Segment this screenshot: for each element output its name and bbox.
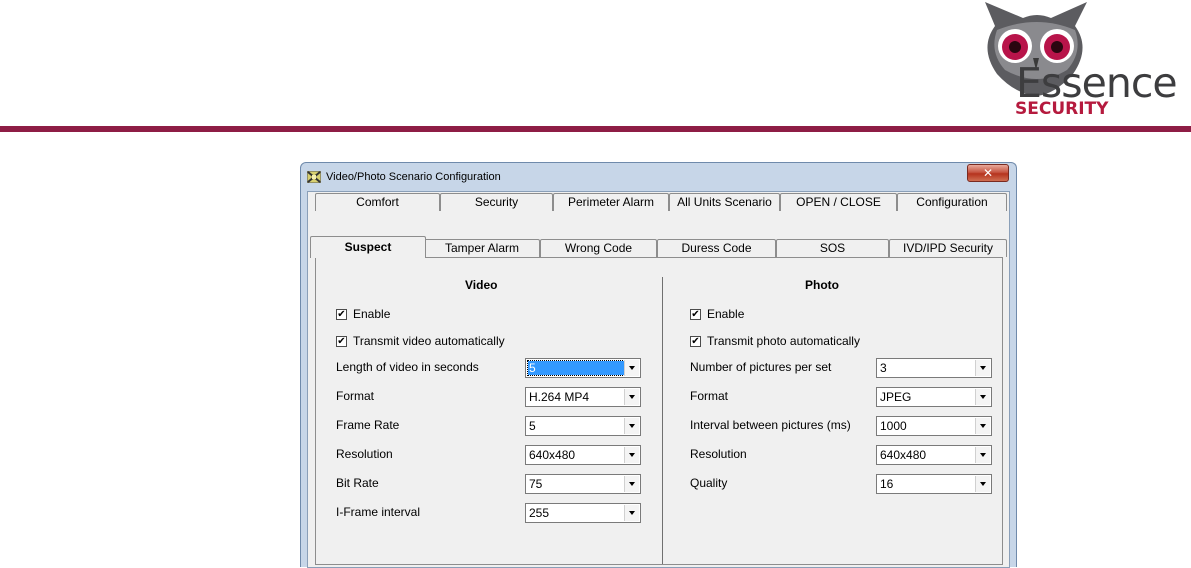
video-resolution-label: Resolution xyxy=(336,447,393,461)
photo-pictures-per-set-select[interactable]: 3 xyxy=(876,358,992,378)
scenario-config-window: Video/Photo Scenario Configuration ✕ Com… xyxy=(300,162,1017,568)
video-iframe-interval-select[interactable]: 255 xyxy=(525,503,641,523)
chevron-down-icon[interactable] xyxy=(975,447,990,463)
tab-label: Wrong Code xyxy=(564,241,633,255)
video-frame-rate-label: Frame Rate xyxy=(336,418,400,432)
chevron-down-icon[interactable] xyxy=(975,418,990,434)
tab-label: Duress Code xyxy=(681,241,752,255)
tab-wrong-code[interactable]: Wrong Code xyxy=(540,239,657,257)
combo-value: 5 xyxy=(527,360,625,376)
video-resolution-select[interactable]: 640x480 xyxy=(525,445,641,465)
tab-label: Suspect xyxy=(344,240,392,254)
combo-value: 16 xyxy=(880,477,894,491)
video-transmit-label: Transmit video automatically xyxy=(353,334,505,348)
tab-suspect[interactable]: Suspect xyxy=(310,236,426,258)
app-icon xyxy=(307,171,321,183)
checkbox-check-icon: ✔ xyxy=(336,308,347,320)
chevron-down-icon[interactable] xyxy=(624,418,639,434)
video-bit-rate-label: Bit Rate xyxy=(336,476,379,490)
video-frame-rate-select[interactable]: 5 xyxy=(525,416,641,436)
checkbox-check-icon: ✔ xyxy=(690,308,701,320)
video-transmit-checkbox[interactable]: ✔ Transmit video automatically xyxy=(336,334,505,348)
video-iframe-interval-label: I-Frame interval xyxy=(336,505,421,519)
tab-tamper-alarm[interactable]: Tamper Alarm xyxy=(424,239,540,257)
photo-interval-label: Interval between pictures (ms) xyxy=(690,418,851,432)
chevron-down-icon[interactable] xyxy=(624,505,639,521)
tab-security[interactable]: Security xyxy=(440,193,553,211)
video-format-label: Format xyxy=(336,389,375,403)
combo-value: 640x480 xyxy=(529,448,576,462)
suspect-tab-panel: Video ✔ Enable ✔ Transmit video automati… xyxy=(315,257,1003,565)
photo-resolution-label: Resolution xyxy=(690,447,747,461)
photo-quality-label: Quality xyxy=(690,476,728,490)
close-icon: ✕ xyxy=(982,166,994,180)
video-enable-label: Enable xyxy=(353,307,391,321)
tab-configuration[interactable]: Configuration xyxy=(897,193,1007,211)
tab-all-units-scenario[interactable]: All Units Scenario xyxy=(669,193,780,211)
photo-heading: Photo xyxy=(805,278,839,292)
tab-open-close[interactable]: OPEN / CLOSE xyxy=(780,193,897,211)
photo-enable-label: Enable xyxy=(707,307,745,321)
video-heading: Video xyxy=(465,278,498,292)
tab-label: All Units Scenario xyxy=(677,195,772,209)
header-rule xyxy=(0,126,1191,132)
chevron-down-icon[interactable] xyxy=(975,389,990,405)
combo-value: 5 xyxy=(529,419,536,433)
combo-value: JPEG xyxy=(880,390,912,404)
chevron-down-icon[interactable] xyxy=(624,447,639,463)
video-format-select[interactable]: H.264 MP4 xyxy=(525,387,641,407)
photo-transmit-label: Transmit photo automatically xyxy=(707,334,860,348)
column-divider xyxy=(662,277,663,564)
tab-label: Tamper Alarm xyxy=(444,241,520,255)
combo-value: 1000 xyxy=(880,419,907,433)
chevron-down-icon[interactable] xyxy=(975,360,990,376)
tab-label: Configuration xyxy=(916,195,988,209)
chevron-down-icon[interactable] xyxy=(624,389,639,405)
photo-quality-select[interactable]: 16 xyxy=(876,474,992,494)
photo-format-select[interactable]: JPEG xyxy=(876,387,992,407)
checkbox-check-icon: ✔ xyxy=(690,335,701,347)
tab-comfort[interactable]: Comfort xyxy=(315,193,440,211)
checkbox-check-icon: ✔ xyxy=(336,335,347,347)
brand-subtitle: SECURITY xyxy=(1015,99,1109,119)
title-bar[interactable]: Video/Photo Scenario Configuration ✕ xyxy=(301,163,1016,191)
brand-name: Essence xyxy=(1016,59,1178,107)
close-button[interactable]: ✕ xyxy=(967,164,1009,182)
window-title: Video/Photo Scenario Configuration xyxy=(326,171,501,183)
video-enable-checkbox[interactable]: ✔ Enable xyxy=(336,307,390,321)
combo-value: H.264 MP4 xyxy=(529,390,590,404)
photo-interval-select[interactable]: 1000 xyxy=(876,416,992,436)
photo-enable-checkbox[interactable]: ✔ Enable xyxy=(690,307,744,321)
tab-label: IVD/IPD Security xyxy=(902,241,994,255)
video-bit-rate-select[interactable]: 75 xyxy=(525,474,641,494)
tab-perimeter-alarm[interactable]: Perimeter Alarm xyxy=(553,193,669,211)
video-length-label: Length of video in seconds xyxy=(336,360,479,374)
chevron-down-icon[interactable] xyxy=(624,360,639,376)
photo-format-label: Format xyxy=(690,389,729,403)
photo-resolution-select[interactable]: 640x480 xyxy=(876,445,992,465)
photo-pictures-per-set-label: Number of pictures per set xyxy=(690,360,832,374)
tab-label: Comfort xyxy=(356,195,399,209)
combo-value: 75 xyxy=(529,477,543,491)
tab-duress-code[interactable]: Duress Code xyxy=(657,239,776,257)
tab-label: Security xyxy=(474,195,519,209)
combo-value: 3 xyxy=(880,361,887,375)
tab-label: OPEN / CLOSE xyxy=(796,195,881,209)
tab-label: Perimeter Alarm xyxy=(567,195,655,209)
tab-sos[interactable]: SOS xyxy=(776,239,889,257)
dialog-client-area: Comfort Security Perimeter Alarm All Uni… xyxy=(307,191,1010,568)
tab-ivd-ipd-security[interactable]: IVD/IPD Security xyxy=(889,239,1007,257)
video-length-select[interactable]: 5 xyxy=(525,358,641,378)
chevron-down-icon[interactable] xyxy=(975,476,990,492)
combo-value: 255 xyxy=(529,506,550,520)
combo-value: 640x480 xyxy=(880,448,927,462)
tab-label: SOS xyxy=(819,241,846,255)
chevron-down-icon[interactable] xyxy=(624,476,639,492)
photo-transmit-checkbox[interactable]: ✔ Transmit photo automatically xyxy=(690,334,860,348)
